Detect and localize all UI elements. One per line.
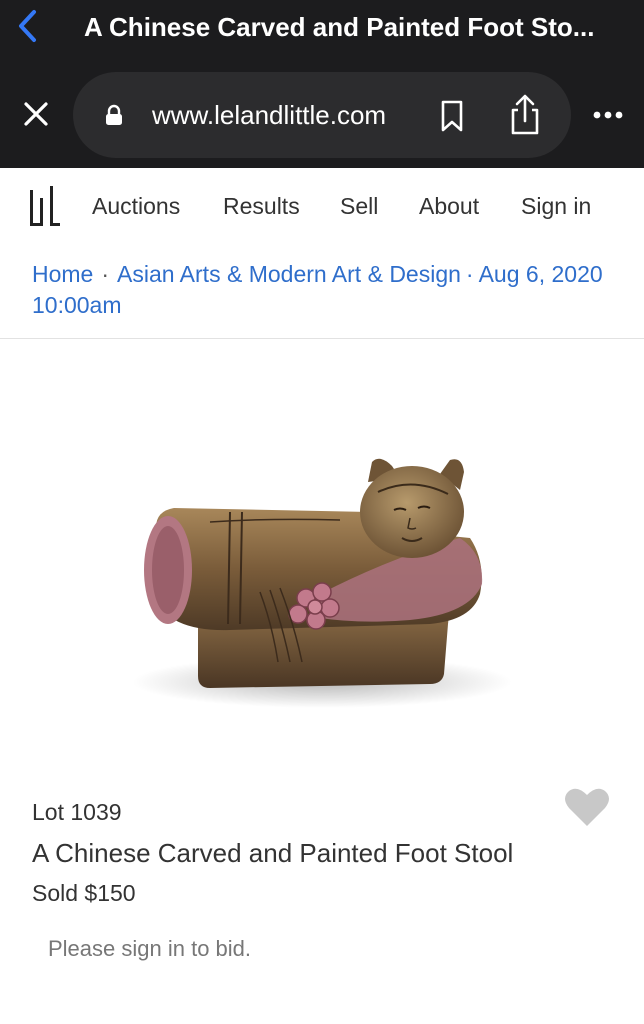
- back-button[interactable]: [10, 6, 44, 46]
- breadcrumb-sale[interactable]: Asian Arts & Modern Art & Design: [117, 261, 461, 287]
- leland-little-logo[interactable]: [28, 184, 62, 228]
- more-icon: [593, 111, 623, 119]
- browser-title-bar: A Chinese Carved and Painted Foot Sto...: [0, 0, 644, 54]
- nav-auctions[interactable]: Auctions: [92, 192, 180, 220]
- breadcrumb: Home · Asian Arts & Modern Art & Design · Au…: [32, 259, 622, 321]
- browser-chrome: A Chinese Carved and Painted Foot Sto...…: [0, 0, 644, 168]
- sign-in-to-bid-note[interactable]: Please sign in to bid.: [48, 934, 251, 964]
- divider: [0, 338, 644, 339]
- breadcrumb-separator: ·: [101, 261, 110, 287]
- nav-results[interactable]: Results: [223, 192, 300, 220]
- more-options-button[interactable]: [588, 100, 628, 130]
- favorite-heart-icon[interactable]: [563, 786, 611, 828]
- url-text[interactable]: www.lelandlittle.com: [152, 99, 386, 131]
- bookmark-icon[interactable]: [437, 99, 467, 133]
- nav-about[interactable]: About: [419, 192, 479, 220]
- chevron-left-icon: [19, 10, 36, 42]
- nav-sell[interactable]: Sell: [340, 192, 378, 220]
- breadcrumb-separator: ·: [465, 261, 474, 287]
- lot-number: Lot 1039: [32, 799, 122, 825]
- close-button[interactable]: [18, 96, 54, 132]
- close-icon: [24, 102, 48, 126]
- lock-icon: [106, 104, 122, 125]
- address-bar[interactable]: www.lelandlittle.com: [73, 72, 571, 158]
- nav-sign-in[interactable]: Sign in: [521, 192, 591, 220]
- sold-price: Sold $150: [32, 880, 136, 906]
- lot-title: A Chinese Carved and Painted Foot Stool: [32, 838, 514, 868]
- page-title: A Chinese Carved and Painted Foot Sto...: [84, 12, 595, 42]
- share-icon[interactable]: [505, 94, 545, 136]
- breadcrumb-home[interactable]: Home: [32, 261, 93, 287]
- lot-image[interactable]: [110, 362, 534, 758]
- site-header: Auctions Results Sell About Sign in: [0, 168, 644, 246]
